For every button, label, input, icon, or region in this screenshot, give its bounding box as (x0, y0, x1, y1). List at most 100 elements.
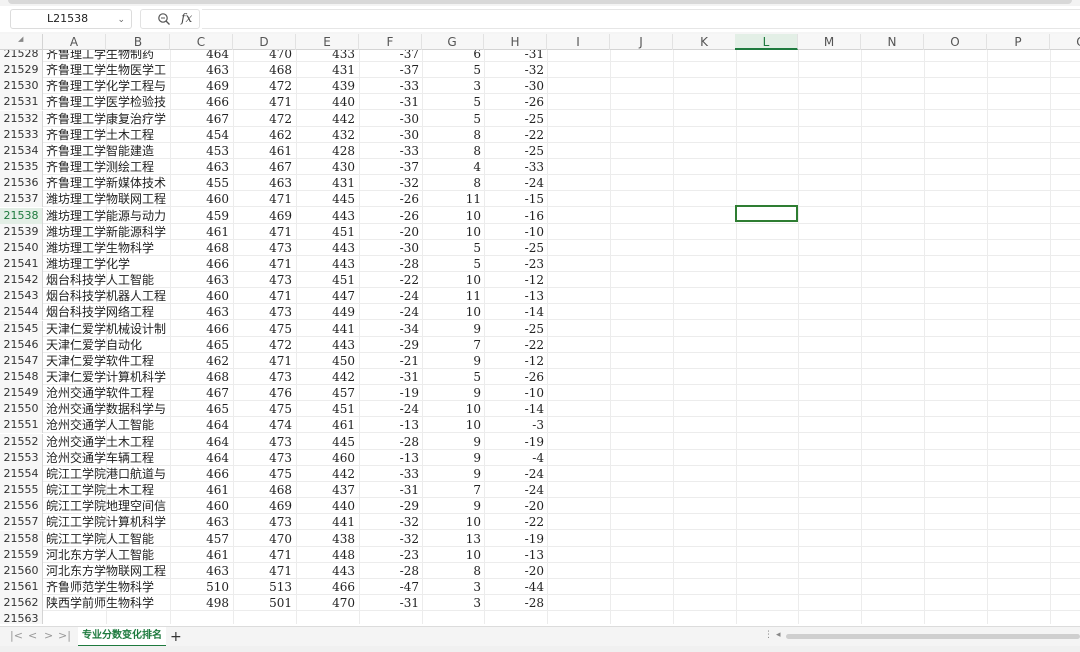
cell-col-f[interactable]: -30 (363, 127, 419, 143)
row-number[interactable]: 21561 (0, 578, 43, 595)
cell-col-f[interactable]: -29 (363, 337, 419, 353)
cell-col-c[interactable]: 464 (173, 417, 229, 433)
cell-col-e[interactable]: 451 (299, 272, 355, 288)
cell-col-g[interactable]: 3 (425, 579, 481, 595)
fx-button[interactable]: fx (181, 11, 192, 25)
prev-sheet-icon[interactable]: < (28, 629, 37, 642)
cell-major-name[interactable]: 陕西学前师生物科学 (46, 595, 170, 611)
cell-col-d[interactable]: 461 (236, 143, 292, 159)
cell-col-d[interactable]: 475 (236, 321, 292, 337)
row-number[interactable]: 21548 (0, 369, 43, 385)
cell-col-h[interactable]: -25 (488, 143, 544, 159)
cell-col-e[interactable]: 470 (299, 595, 355, 611)
cell-col-g[interactable]: 10 (425, 304, 481, 320)
cell-col-f[interactable]: -30 (363, 240, 419, 256)
row-number[interactable]: 21559 (0, 546, 43, 563)
cell-col-c[interactable]: 498 (173, 595, 229, 611)
cell-col-h[interactable]: -23 (488, 256, 544, 272)
cell-col-c[interactable]: 463 (173, 514, 229, 530)
cell-col-f[interactable]: -19 (363, 385, 419, 401)
cell-major-name[interactable]: 齐鲁师范学生物科学 (46, 579, 170, 595)
selected-cell[interactable] (735, 205, 798, 222)
cell-col-f[interactable]: -37 (363, 159, 419, 175)
cell-col-c[interactable]: 461 (173, 547, 229, 563)
cell-col-g[interactable]: 8 (425, 175, 481, 191)
row-number[interactable]: 21557 (0, 514, 43, 531)
cell-col-d[interactable]: 513 (236, 579, 292, 595)
cell-col-h[interactable]: -22 (488, 127, 544, 143)
cell-major-name[interactable]: 皖江工学院人工智能 (46, 531, 170, 547)
cell-col-g[interactable]: 3 (425, 595, 481, 611)
cell-col-g[interactable]: 9 (425, 353, 481, 369)
cell-col-g[interactable]: 5 (425, 62, 481, 78)
cell-col-f[interactable]: -30 (363, 111, 419, 127)
cell-col-g[interactable]: 3 (425, 78, 481, 94)
row-number[interactable]: 21533 (0, 126, 43, 143)
cell-col-c[interactable]: 465 (173, 401, 229, 417)
cell-major-name[interactable]: 天津仁爱学软件工程 (46, 353, 170, 369)
cell-col-g[interactable]: 8 (425, 563, 481, 579)
cell-col-d[interactable]: 473 (236, 369, 292, 385)
cell-col-g[interactable]: 8 (425, 143, 481, 159)
cell-col-g[interactable]: 10 (425, 514, 481, 530)
cell-col-d[interactable]: 473 (236, 450, 292, 466)
cell-col-f[interactable]: -28 (363, 434, 419, 450)
cell-col-g[interactable]: 9 (425, 466, 481, 482)
cell-major-name[interactable]: 潍坊理工学物联网工程 (46, 191, 170, 207)
cell-col-f[interactable]: -28 (363, 256, 419, 272)
cell-col-f[interactable]: -31 (363, 369, 419, 385)
cell-col-h[interactable]: -20 (488, 498, 544, 514)
cell-col-d[interactable] (236, 611, 292, 624)
cell-col-f[interactable]: -13 (363, 417, 419, 433)
cell-col-e[interactable]: 443 (299, 563, 355, 579)
cell-col-d[interactable]: 468 (236, 482, 292, 498)
cell-col-f[interactable]: -47 (363, 579, 419, 595)
cell-col-d[interactable]: 473 (236, 434, 292, 450)
column-header-g[interactable]: G (421, 34, 484, 50)
cell-col-g[interactable]: 11 (425, 288, 481, 304)
cell-col-f[interactable]: -20 (363, 224, 419, 240)
cell-col-c[interactable]: 465 (173, 337, 229, 353)
cell-col-d[interactable]: 471 (236, 547, 292, 563)
cell-col-h[interactable]: -12 (488, 272, 544, 288)
row-number[interactable]: 21545 (0, 320, 43, 337)
cell-col-e[interactable]: 460 (299, 450, 355, 466)
cell-col-c[interactable]: 466 (173, 466, 229, 482)
cell-col-d[interactable]: 471 (236, 563, 292, 579)
cell-col-c[interactable]: 469 (173, 78, 229, 94)
row-number[interactable]: 21551 (0, 417, 43, 434)
cell-major-name[interactable]: 沧州交通学人工智能 (46, 417, 170, 433)
cell-col-g[interactable]: 10 (425, 224, 481, 240)
cell-major-name[interactable]: 潍坊理工学能源与动力 (46, 208, 170, 224)
chevron-down-icon[interactable]: ⌄ (117, 11, 125, 29)
column-header-i[interactable]: I (547, 34, 610, 50)
cell-col-f[interactable]: -32 (363, 531, 419, 547)
cell-col-f[interactable]: -26 (363, 191, 419, 207)
cell-major-name[interactable]: 沧州交通学车辆工程 (46, 450, 170, 466)
cell-col-d[interactable]: 474 (236, 417, 292, 433)
cell-col-e[interactable]: 442 (299, 466, 355, 482)
cell-col-g[interactable]: 11 (425, 191, 481, 207)
cell-col-g[interactable]: 10 (425, 208, 481, 224)
cell-col-e[interactable]: 451 (299, 401, 355, 417)
column-header-k[interactable]: K (673, 34, 736, 50)
cell-col-d[interactable]: 476 (236, 385, 292, 401)
cell-col-d[interactable]: 471 (236, 256, 292, 272)
cell-col-f[interactable]: -33 (363, 466, 419, 482)
cell-col-e[interactable]: 432 (299, 127, 355, 143)
cell-col-c[interactable]: 463 (173, 272, 229, 288)
spreadsheet-grid[interactable]: 21528 齐鲁理工学生物制药 464 470 433 -37 6 -31 21529 齐鲁理工学… (0, 34, 1080, 624)
cell-col-e[interactable]: 440 (299, 498, 355, 514)
cell-major-name[interactable]: 沧州交通学土木工程 (46, 434, 170, 450)
cell-col-h[interactable]: -26 (488, 94, 544, 110)
row-number[interactable]: 21539 (0, 223, 43, 240)
cell-col-g[interactable]: 13 (425, 531, 481, 547)
cell-col-g[interactable]: 10 (425, 547, 481, 563)
cell-col-c[interactable]: 463 (173, 62, 229, 78)
cell-col-c[interactable]: 460 (173, 498, 229, 514)
column-header-a[interactable]: A (43, 34, 106, 50)
cell-major-name[interactable]: 齐鲁理工学新媒体技术 (46, 175, 170, 191)
cell-col-c[interactable]: 462 (173, 353, 229, 369)
cell-col-f[interactable]: -33 (363, 143, 419, 159)
cell-col-e[interactable]: 443 (299, 256, 355, 272)
